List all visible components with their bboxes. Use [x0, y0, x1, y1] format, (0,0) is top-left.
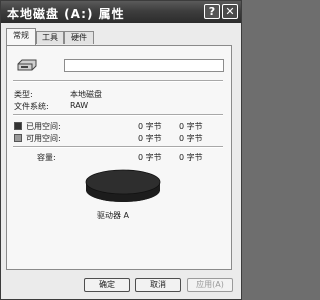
used-space-swatch [14, 122, 22, 130]
used-space-size: 0 字节 [179, 122, 203, 131]
separator [13, 146, 223, 148]
capacity-size: 0 字节 [179, 153, 203, 162]
capacity-label: 容量: [37, 153, 56, 162]
title-bar[interactable]: 本地磁盘 (A:) 属性 ? ✕ [1, 1, 241, 23]
free-space-swatch [14, 134, 22, 142]
file-system-label: 文件系统: [14, 102, 49, 111]
tab-general[interactable]: 常规 [6, 28, 36, 45]
window-title: 本地磁盘 (A:) 属性 [7, 7, 125, 21]
volume-name-input[interactable] [64, 59, 224, 72]
free-space-bytes: 0 字节 [138, 134, 162, 143]
capacity-bytes: 0 字节 [138, 153, 162, 162]
used-space-bytes: 0 字节 [138, 122, 162, 131]
used-space-label: 已用空间: [26, 122, 61, 131]
tab-hardware[interactable]: 硬件 [64, 31, 94, 44]
free-space-label: 可用空间: [26, 134, 61, 143]
cancel-button[interactable]: 取消 [135, 278, 181, 292]
free-space-size: 0 字节 [179, 134, 203, 143]
ok-button[interactable]: 确定 [84, 278, 130, 292]
type-value: 本地磁盘 [70, 90, 102, 99]
help-button[interactable]: ? [204, 4, 220, 19]
separator [13, 114, 223, 116]
properties-window: 本地磁盘 (A:) 属性 ? ✕ 常规 工具 硬件 类型: 本地磁盘 文件系统:… [0, 0, 242, 300]
tab-tools[interactable]: 工具 [36, 31, 64, 44]
disk-usage-pie [85, 169, 161, 202]
type-label: 类型: [14, 90, 33, 99]
drive-caption: 驱动器 A [97, 211, 130, 220]
floppy-drive-icon [17, 59, 37, 71]
apply-button[interactable]: 应用(A) [187, 278, 233, 292]
general-tab-panel: 类型: 本地磁盘 文件系统: RAW 已用空间: 0 字节 0 字节 可用空间:… [6, 45, 232, 270]
close-button[interactable]: ✕ [222, 4, 238, 19]
separator [13, 80, 223, 82]
file-system-value: RAW [70, 101, 89, 110]
